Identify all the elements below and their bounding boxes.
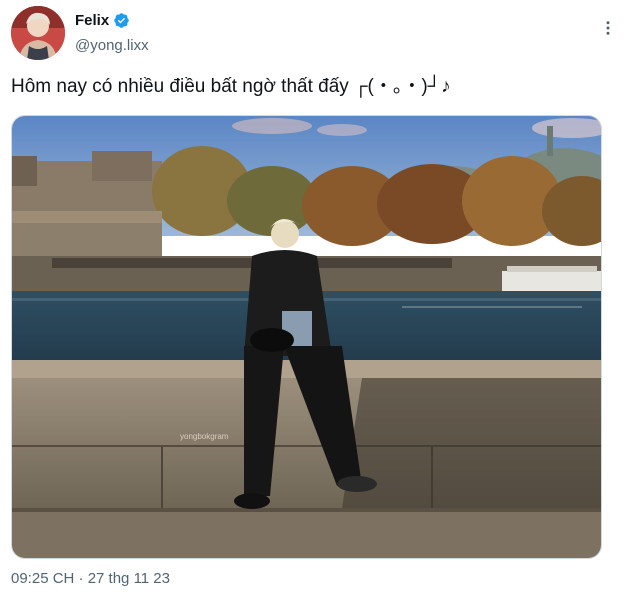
author-handle[interactable]: @yong.lixx [75,37,149,54]
more-vertical-icon[interactable] [596,16,620,40]
author-display-name[interactable]: Felix [75,12,109,29]
verified-badge-icon [114,13,129,28]
tweet-text: Hôm nay có nhiều điều bất ngờ thất đấy ┌… [11,76,451,97]
tweet-photo[interactable]: yongbokgram [11,115,602,559]
tweet-timestamp[interactable]: 09:25 CH · 27 thg 11 23 [11,570,170,587]
photo-watermark: yongbokgram [180,432,229,441]
avatar[interactable] [11,6,65,60]
tweet-header: Felix @yong.lixx [11,6,626,62]
